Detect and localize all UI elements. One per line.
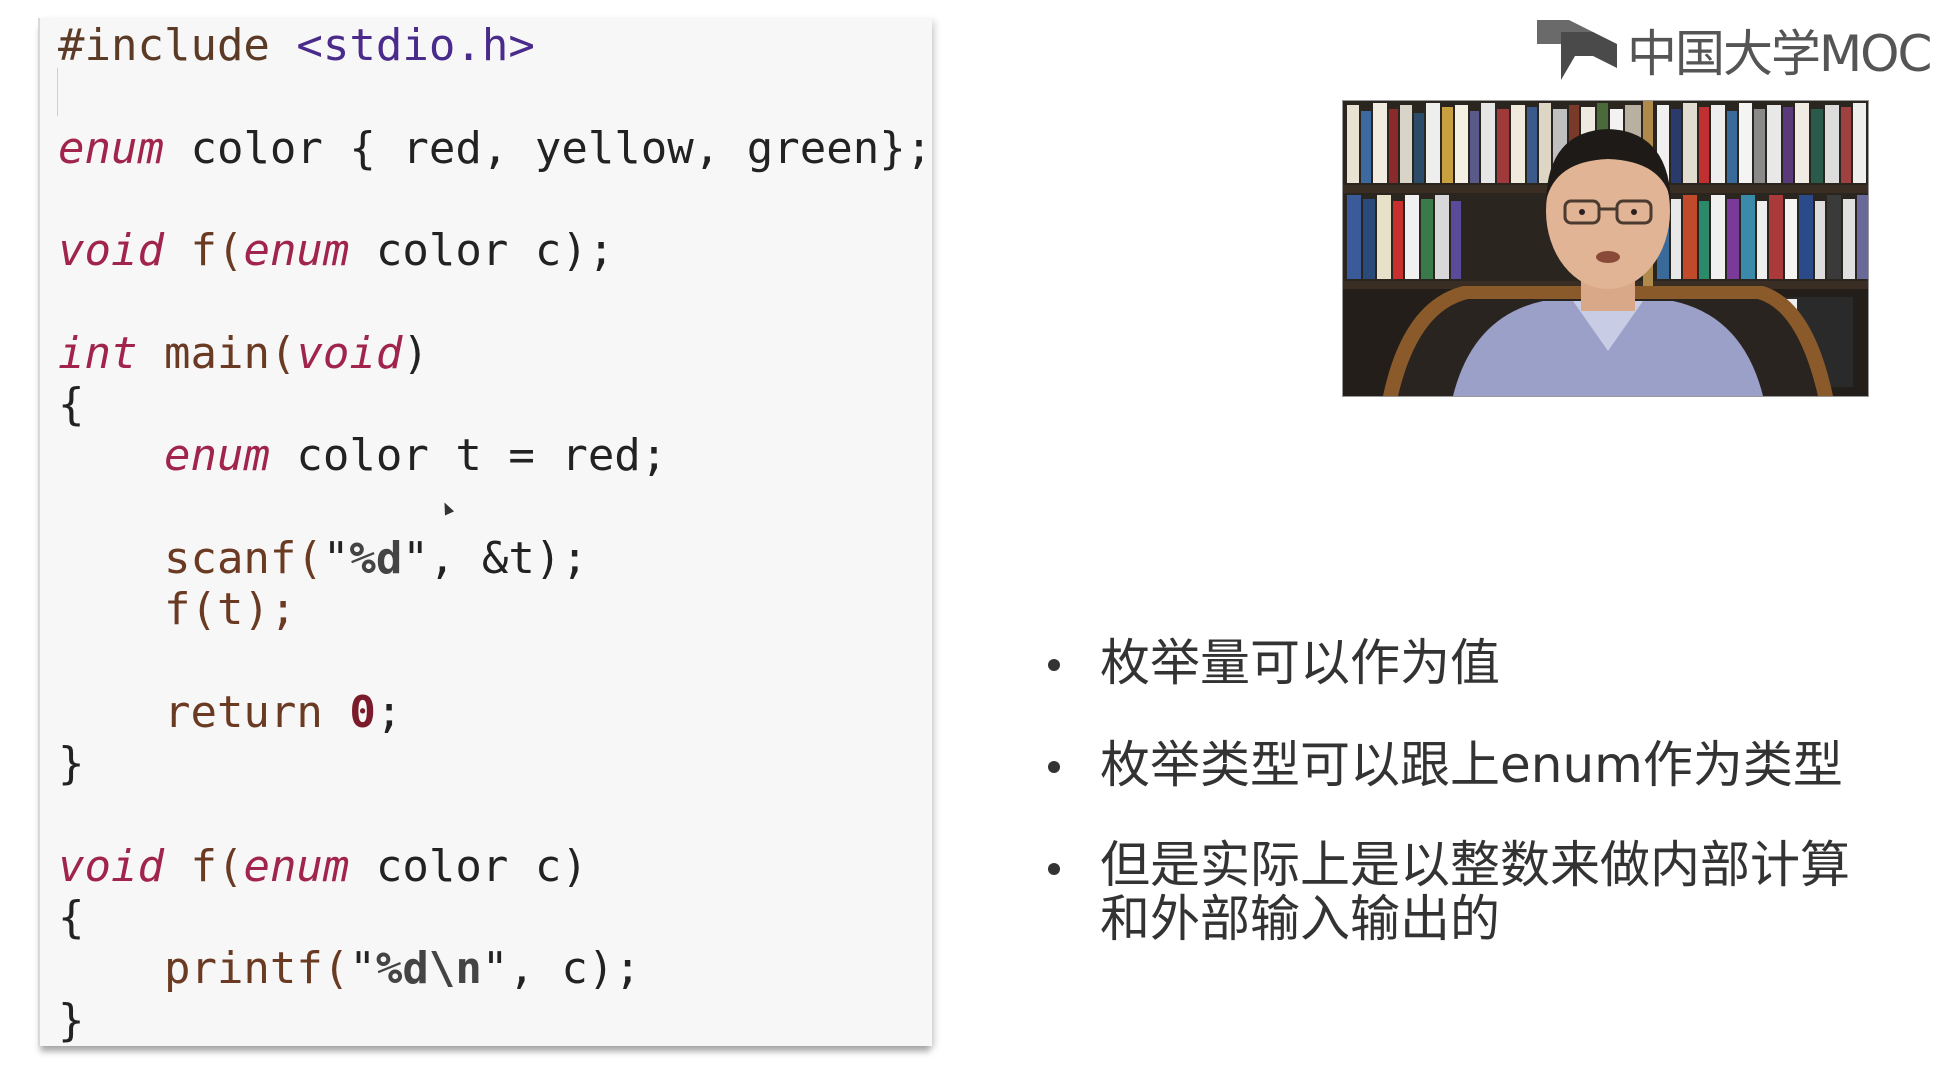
code-token: %d — [349, 532, 403, 584]
presenter-video-thumbnail-icon — [1343, 101, 1868, 396]
code-line: void f(enum color c) — [58, 841, 932, 892]
code-token: void — [58, 225, 164, 277]
code-line: scanf("%d", &t); — [58, 533, 932, 584]
code-token: #include — [58, 20, 297, 71]
code-token: { — [58, 379, 85, 431]
code-token: f(t); — [58, 584, 297, 636]
code-token: ) — [402, 327, 429, 379]
code-token: <stdio.h> — [296, 20, 535, 71]
code-token: return — [58, 686, 350, 738]
code-line: enum color t = red; — [58, 430, 932, 481]
logo-text: 中国大学MOC — [1627, 25, 1932, 83]
code-token: enum — [163, 430, 270, 482]
mooc-logo: 中国大学MOC — [1535, 14, 1932, 86]
code-token: main( — [137, 327, 297, 379]
code-token: scanf( — [58, 532, 323, 584]
code-line: return 0; — [58, 687, 932, 738]
code-token: %d\n — [375, 943, 482, 995]
bullet-text: 枚举类型可以跟上enum作为类型 — [1100, 736, 1843, 794]
code-line: { — [58, 379, 932, 430]
bullet-item: 但是实际上是以整数来做内部计算 和外部输入输出的 — [1040, 838, 1920, 946]
code-token: ; — [375, 686, 403, 738]
bullet-text: 枚举量可以作为值 — [1100, 634, 1500, 692]
bullet-text: 但是实际上是以整数来做内部计算 和外部输入输出的 — [1100, 836, 1850, 948]
code-line: printf("%d\n", c); — [58, 943, 932, 994]
code-token: f( — [163, 225, 244, 277]
code-token: int — [58, 327, 138, 379]
bullet-list: 枚举量可以作为值 枚举类型可以跟上enum作为类型 但是实际上是以整数来做内部计… — [1040, 634, 1920, 990]
code-token: void — [296, 327, 403, 379]
code-listing: #include <stdio.h> enum color { red, yell… — [58, 20, 932, 1046]
code-token: " — [322, 532, 350, 584]
code-line: } — [58, 995, 932, 1046]
code-line: { — [58, 892, 932, 943]
code-token: color { red, yellow, green}; — [163, 122, 933, 174]
bullet-dot-icon — [1048, 761, 1060, 773]
code-panel: #include <stdio.h> enum color { red, yell… — [38, 18, 932, 1046]
code-token: " — [349, 943, 376, 995]
code-token: enum — [243, 840, 350, 892]
bullet-item: 枚举类型可以跟上enum作为类型 — [1040, 736, 1920, 794]
code-token: void — [58, 840, 164, 892]
bullet-item: 枚举量可以作为值 — [1040, 634, 1920, 692]
code-token: color t = red; — [269, 430, 668, 482]
code-token: f( — [163, 840, 244, 892]
code-line: enum color { red, yellow, green}; — [58, 123, 932, 174]
bullet-dot-icon — [1048, 863, 1060, 875]
code-token: ", &t); — [402, 532, 588, 584]
code-token: 0 — [349, 686, 376, 738]
code-token: { — [58, 892, 85, 944]
code-line: #include <stdio.h> — [58, 20, 932, 71]
code-token: color c); — [349, 225, 615, 277]
code-line: f(t); — [58, 584, 932, 635]
code-line: void f(enum color c); — [58, 225, 932, 276]
code-token: } — [58, 738, 85, 790]
mooc-logo-icon — [1535, 16, 1619, 84]
presenter-video[interactable] — [1342, 100, 1869, 397]
code-token: color c) — [349, 840, 588, 892]
code-token: printf( — [58, 943, 350, 995]
bullet-dot-icon — [1048, 659, 1060, 671]
code-token: ", c); — [481, 943, 641, 995]
code-token: } — [58, 994, 85, 1046]
code-line: int main(void) — [58, 328, 932, 379]
code-token: enum — [243, 225, 350, 277]
code-token: enum — [58, 122, 164, 174]
code-line: } — [58, 738, 932, 789]
